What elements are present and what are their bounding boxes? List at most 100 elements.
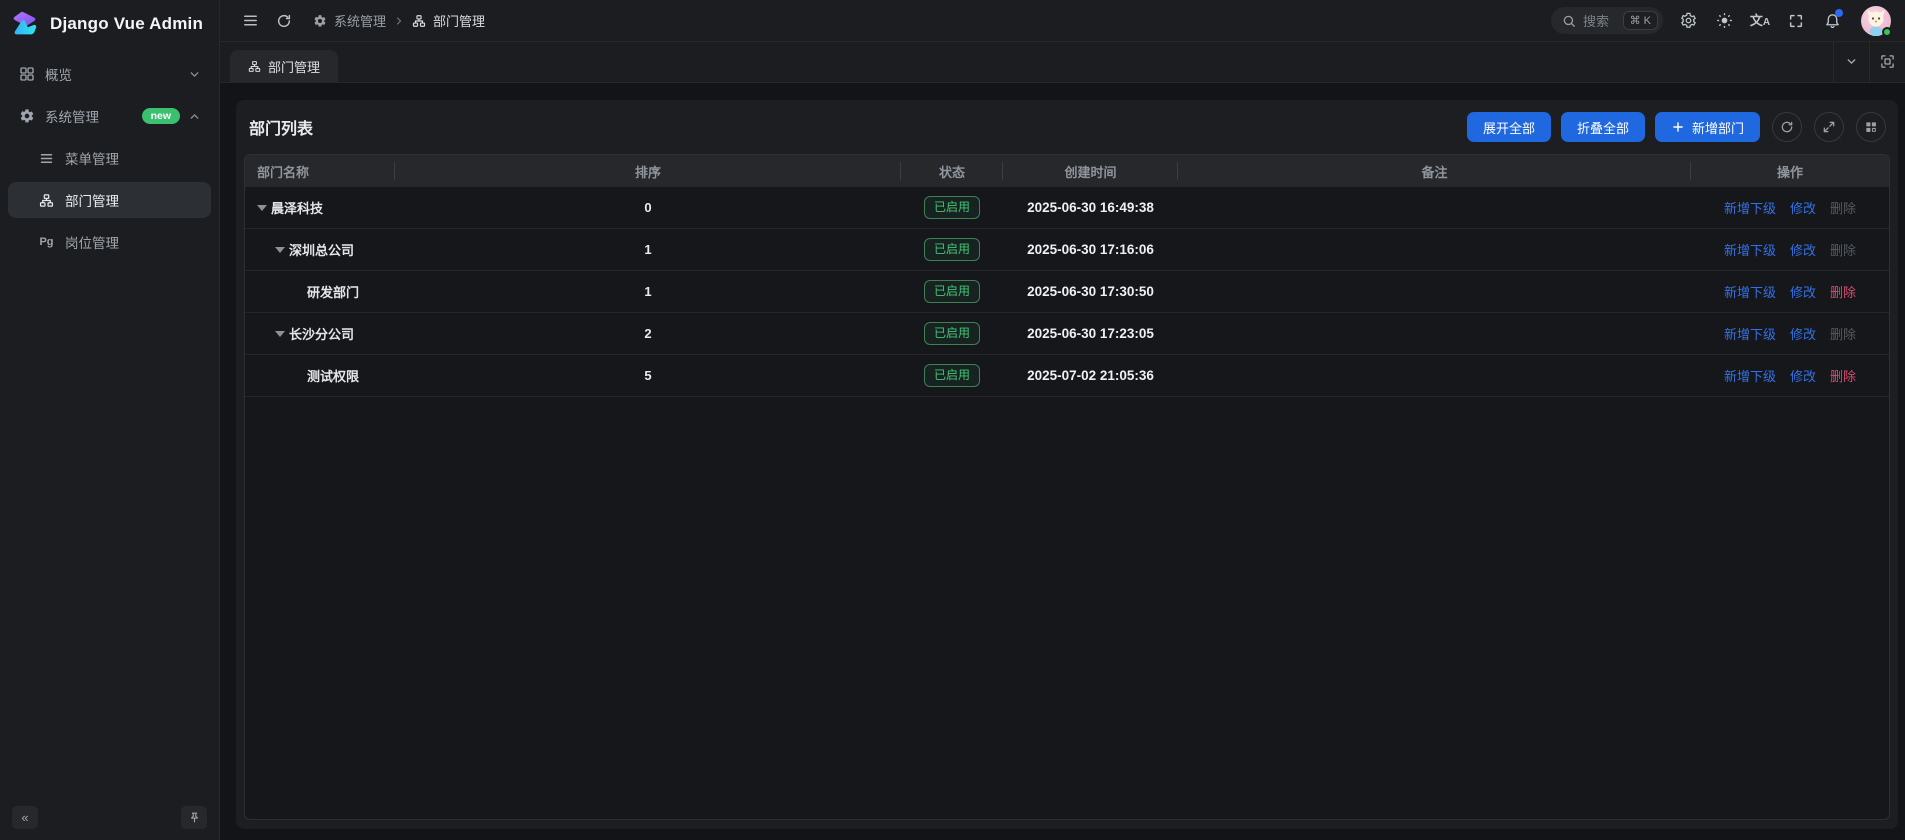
table-empty-area <box>245 397 1889 819</box>
edit-link[interactable]: 修改 <box>1790 198 1816 217</box>
card-header: 部门列表 展开全部 折叠全部 新增部门 <box>244 100 1890 154</box>
maximize-icon <box>1880 54 1895 69</box>
status-badge: 已启用 <box>924 280 980 302</box>
caret-down-icon <box>275 331 285 337</box>
table-refresh-button[interactable] <box>1772 112 1802 142</box>
delete-link: 删除 <box>1830 240 1856 259</box>
user-avatar[interactable] <box>1861 6 1891 36</box>
dept-name: 深圳总公司 <box>289 240 354 259</box>
add-dept-button[interactable]: 新增部门 <box>1655 112 1760 142</box>
tab-label: 部门管理 <box>268 57 320 76</box>
sidebar-item-label: 系统管理 <box>45 106 142 126</box>
edit-link[interactable]: 修改 <box>1790 240 1816 259</box>
online-status-dot <box>1882 27 1892 37</box>
status-badge: 已启用 <box>924 322 980 344</box>
col-header-status: 状态 <box>901 155 1003 187</box>
breadcrumb: 系统管理 部门管理 <box>313 11 485 30</box>
gear-icon <box>313 14 327 28</box>
sidebar-item-label: 菜单管理 <box>65 148 201 168</box>
col-header-sort: 排序 <box>395 155 901 187</box>
collapse-sidebar-button[interactable]: « <box>12 806 38 829</box>
menu-list-icon <box>38 150 55 167</box>
add-child-link[interactable]: 新增下级 <box>1724 366 1776 385</box>
dept-name: 长沙分公司 <box>289 324 354 343</box>
chevron-right-icon <box>393 15 405 27</box>
col-header-actions: 操作 <box>1691 155 1889 187</box>
fullscreen-button[interactable] <box>1781 6 1811 36</box>
collapse-all-button[interactable]: 折叠全部 <box>1561 112 1645 142</box>
expand-all-button[interactable]: 展开全部 <box>1467 112 1551 142</box>
sort-value: 1 <box>395 242 901 257</box>
sidebar-item-label: 概览 <box>45 64 188 84</box>
pg-text-icon: Pg <box>38 234 55 251</box>
tree-collapse-toggle[interactable] <box>271 331 289 337</box>
chevron-down-icon <box>1845 55 1858 68</box>
sidebar-item-label: 岗位管理 <box>65 232 201 252</box>
org-chart-icon <box>248 60 261 73</box>
chevron-down-icon <box>188 68 201 81</box>
edit-link[interactable]: 修改 <box>1790 324 1816 343</box>
delete-link[interactable]: 删除 <box>1830 282 1856 301</box>
column-settings-button[interactable] <box>1856 112 1886 142</box>
sidebar-item-overview[interactable]: 概览 <box>8 56 211 92</box>
created-time: 2025-06-30 17:23:05 <box>1003 326 1178 341</box>
breadcrumb-current: 部门管理 <box>433 11 485 30</box>
translate-icon: 文A <box>1750 14 1770 28</box>
sidebar-item-dept-mgmt[interactable]: 部门管理 <box>8 182 211 218</box>
col-header-name: 部门名称 <box>245 155 395 187</box>
delete-link[interactable]: 删除 <box>1830 366 1856 385</box>
add-child-link[interactable]: 新增下级 <box>1724 324 1776 343</box>
dept-name: 晨泽科技 <box>271 198 323 217</box>
tab-dept-mgmt[interactable]: 部门管理 <box>230 50 338 82</box>
status-badge: 已启用 <box>924 364 980 386</box>
theme-toggle-button[interactable] <box>1709 6 1739 36</box>
add-child-link[interactable]: 新增下级 <box>1724 240 1776 259</box>
pin-sidebar-button[interactable] <box>181 806 207 829</box>
content-maximize-button[interactable] <box>1869 41 1905 82</box>
global-search[interactable]: 搜索 ⌘ K <box>1551 7 1663 34</box>
tree-collapse-toggle[interactable] <box>253 205 271 211</box>
created-time: 2025-06-30 17:16:06 <box>1003 242 1178 257</box>
table-header-row: 部门名称 排序 状态 创建时间 备注 操作 <box>245 155 1889 187</box>
tab-options-button[interactable] <box>1833 41 1869 82</box>
gear-icon <box>1680 12 1697 29</box>
topbar: 系统管理 部门管理 搜索 ⌘ K <box>220 0 1905 42</box>
sidebar-item-post-mgmt[interactable]: Pg 岗位管理 <box>8 224 211 260</box>
language-switch-button[interactable]: 文A <box>1745 6 1775 36</box>
dept-table: 部门名称 排序 状态 创建时间 备注 操作 晨泽科技 0 <box>244 154 1890 820</box>
plus-icon <box>1671 120 1685 134</box>
table-row: 长沙分公司 2 已启用 2025-06-30 17:23:05 新增下级 修改 … <box>245 313 1889 355</box>
breadcrumb-parent[interactable]: 系统管理 <box>334 11 386 30</box>
sidebar-item-label: 部门管理 <box>65 190 201 210</box>
status-badge: 已启用 <box>924 196 980 218</box>
edit-link[interactable]: 修改 <box>1790 366 1816 385</box>
sidebar-item-menu-mgmt[interactable]: 菜单管理 <box>8 140 211 176</box>
page-title: 部门列表 <box>249 115 313 139</box>
sidebar-item-system[interactable]: 系统管理 new <box>8 98 211 134</box>
refresh-page-button[interactable] <box>271 8 297 34</box>
brand[interactable]: Django Vue Admin <box>0 0 219 46</box>
notification-dot <box>1835 9 1843 17</box>
edit-link[interactable]: 修改 <box>1790 282 1816 301</box>
pin-icon <box>188 811 201 824</box>
dept-list-card: 部门列表 展开全部 折叠全部 新增部门 <box>236 100 1898 829</box>
settings-button[interactable] <box>1673 6 1703 36</box>
sort-value: 0 <box>395 200 901 215</box>
caret-down-icon <box>257 205 267 211</box>
col-header-created: 创建时间 <box>1003 155 1178 187</box>
org-chart-icon <box>412 14 426 28</box>
new-badge: new <box>142 108 180 125</box>
search-icon <box>1562 14 1576 28</box>
add-child-link[interactable]: 新增下级 <box>1724 198 1776 217</box>
expand-arrows-icon <box>1822 120 1836 134</box>
chevron-up-icon <box>188 110 201 123</box>
hamburger-menu-button[interactable] <box>237 8 263 34</box>
page-content: 部门列表 展开全部 折叠全部 新增部门 <box>220 83 1905 840</box>
sidebar-footer: « <box>0 794 219 840</box>
created-time: 2025-06-30 17:30:50 <box>1003 284 1178 299</box>
table-fullscreen-button[interactable] <box>1814 112 1844 142</box>
tree-collapse-toggle[interactable] <box>271 247 289 253</box>
notifications-button[interactable] <box>1817 6 1847 36</box>
table-row: 研发部门 1 已启用 2025-06-30 17:30:50 新增下级 修改 删… <box>245 271 1889 313</box>
add-child-link[interactable]: 新增下级 <box>1724 282 1776 301</box>
